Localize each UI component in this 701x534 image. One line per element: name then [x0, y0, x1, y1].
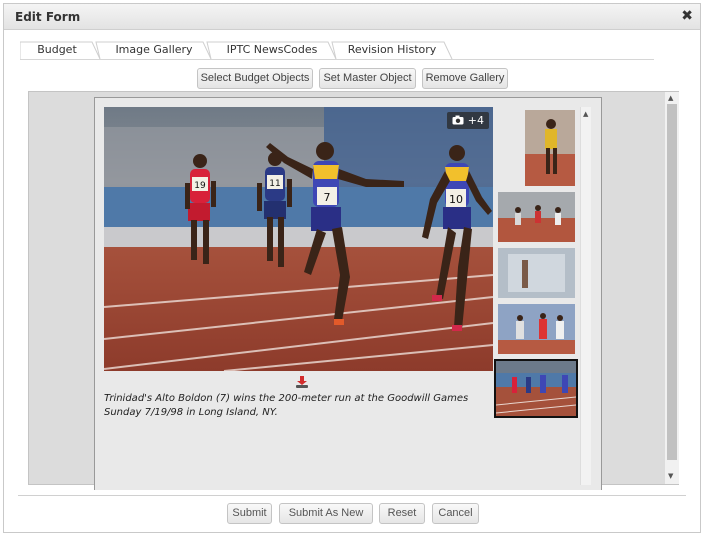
- footer-divider: [18, 495, 686, 496]
- bib-11-text: 11: [269, 179, 280, 189]
- bib-7-text: 7: [324, 191, 331, 204]
- scroll-up-arrow-icon[interactable]: ▲: [583, 110, 588, 118]
- thumbnail-2[interactable]: [498, 192, 575, 242]
- dialog-titlebar: Edit Form ✖: [4, 4, 700, 30]
- download-icon[interactable]: [295, 374, 309, 388]
- select-budget-objects-button[interactable]: Select Budget Objects: [197, 68, 313, 89]
- thumbnail-1[interactable]: [525, 110, 575, 186]
- photo-caption: Trinidad's Alto Boldon (7) wins the 200-…: [104, 393, 469, 418]
- tab-budget[interactable]: Budget: [24, 39, 90, 61]
- photo-count-text: +4: [467, 114, 484, 127]
- close-icon[interactable]: ✖: [681, 8, 693, 24]
- photo-count-badge: +4: [447, 112, 489, 129]
- tab-revision-history[interactable]: Revision History: [338, 39, 446, 61]
- thumbnail-5[interactable]: [494, 359, 578, 418]
- set-master-object-button[interactable]: Set Master Object: [319, 68, 416, 89]
- main-photo-image: 19 11 7 10: [104, 107, 493, 371]
- thumbnail-4[interactable]: [498, 304, 575, 354]
- cancel-button[interactable]: Cancel: [432, 503, 479, 524]
- tab-bar: Budget Image Gallery IPTC NewsCodes Revi…: [20, 37, 652, 60]
- remove-gallery-button[interactable]: Remove Gallery: [422, 68, 508, 89]
- thumbnail-list: [494, 107, 581, 485]
- scrollbar-thumb[interactable]: [667, 104, 677, 460]
- tab-panel-border: [20, 59, 654, 60]
- thumbnail-scrollbar[interactable]: ▲: [580, 107, 591, 485]
- reset-button[interactable]: Reset: [379, 503, 425, 524]
- tab-iptc-newscodes[interactable]: IPTC NewsCodes: [214, 39, 330, 61]
- camera-icon: [452, 114, 468, 127]
- content-scrollbar[interactable]: ▲ ▼: [665, 92, 679, 484]
- scroll-down-arrow-icon[interactable]: ▼: [668, 472, 673, 480]
- submit-as-new-button[interactable]: Submit As New: [279, 503, 373, 524]
- scroll-up-arrow-icon[interactable]: ▲: [668, 94, 673, 102]
- bib-19-text: 19: [194, 181, 206, 191]
- thumbnail-3[interactable]: [498, 248, 575, 298]
- main-photo[interactable]: 19 11 7 10 +4: [104, 107, 493, 371]
- tab-image-gallery[interactable]: Image Gallery: [104, 39, 204, 61]
- submit-button[interactable]: Submit: [227, 503, 272, 524]
- dialog-title: Edit Form: [15, 10, 81, 24]
- bib-10-text: 10: [449, 193, 463, 206]
